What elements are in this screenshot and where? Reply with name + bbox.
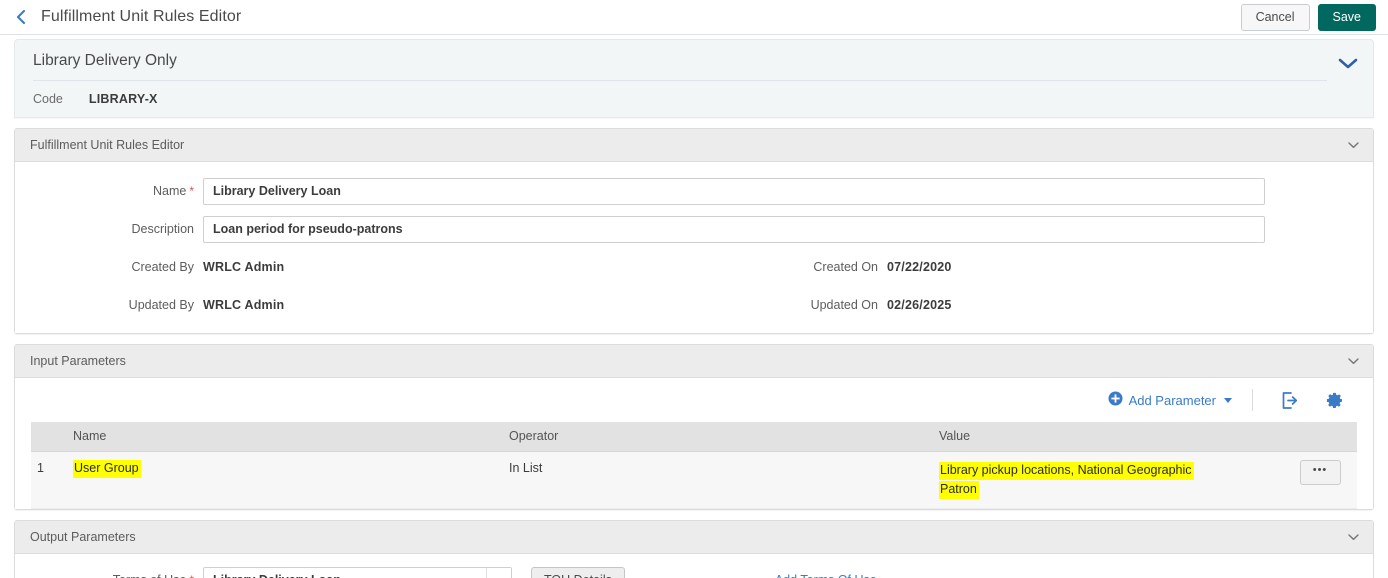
input-parameters-section: Input Parameters [14,344,1374,510]
col-index [31,422,65,451]
toolbar-divider [1252,389,1253,411]
row-name-text: User Group [73,460,141,478]
section-title: Output Parameters [30,530,136,544]
terms-of-use-dropdown-button[interactable] [486,568,511,578]
record-header-panel: Library Delivery Only Code LIBRARY-X [14,39,1374,118]
updated-on-label: Updated On [775,298,887,312]
required-marker: * [189,573,194,578]
gear-icon [1325,397,1344,414]
table-body: 1 User Group In List Library pickup loca… [31,451,1357,508]
updated-on-value: 02/26/2025 [887,298,952,312]
editor-form: Name* Description Created By WRLC Admin … [15,162,1373,333]
row-value-text-1: Library pickup locations, National Geogr… [939,462,1194,480]
export-icon [1280,397,1299,414]
row-name: User Group [65,451,501,508]
input-parameters-body: Add Parameter [15,378,1373,509]
form-row-description: Description [15,213,1373,245]
col-value: Value [931,422,1283,451]
input-parameters-collapse-button[interactable] [1347,357,1360,366]
fulfillment-rules-editor-section: Fulfillment Unit Rules Editor Name* Desc… [14,128,1374,334]
chevron-left-icon [14,8,28,26]
section-header: Output Parameters [15,521,1373,554]
created-on-label: Created On [775,260,887,274]
input-parameters-table: Name Operator Value 1 User Group In List [31,422,1357,509]
form-row-created: Created By WRLC Admin Created On 07/22/2… [15,251,1373,283]
chevron-down-icon [1347,528,1360,545]
created-by-value: WRLC Admin [203,260,284,274]
required-marker: * [189,184,194,198]
col-name: Name [65,422,501,451]
col-operator: Operator [501,422,931,451]
table-header-row: Name Operator Value [31,422,1357,451]
row-operator: In List [501,451,931,508]
section-header: Input Parameters [15,345,1373,378]
form-row-name: Name* [15,175,1373,207]
description-input[interactable] [203,216,1265,243]
tou-details-button[interactable]: TOU Details [531,567,625,578]
name-label-text: Name [153,184,186,198]
chevron-down-icon [1347,353,1360,370]
page-title: Fulfillment Unit Rules Editor [41,8,241,26]
section-title: Fulfillment Unit Rules Editor [30,138,184,152]
section-title: Input Parameters [30,354,126,368]
input-parameters-toolbar: Add Parameter [15,378,1373,422]
record-title: Library Delivery Only [33,52,1327,81]
terms-of-use-select[interactable]: Library Delivery Loan [203,567,512,578]
back-button[interactable] [10,6,32,28]
settings-button[interactable] [1312,391,1357,410]
export-button[interactable] [1267,391,1312,410]
top-bar: Fulfillment Unit Rules Editor Cancel Sav… [0,0,1388,35]
row-value-line-1: Library pickup locations, National Geogr… [939,461,1275,480]
updated-by-label: Updated By [15,298,203,312]
form-row-updated: Updated By WRLC Admin Updated On 02/26/2… [15,289,1373,321]
record-meta: Code LIBRARY-X [33,81,1355,106]
name-label: Name* [15,184,203,198]
plus-circle-icon [1108,391,1123,409]
chevron-down-icon [1337,57,1359,74]
table-row[interactable]: 1 User Group In List Library pickup loca… [31,451,1357,508]
col-actions [1283,422,1357,451]
row-value-text-2: Patron [939,481,979,499]
row-value-line-2: Patron [939,480,1275,499]
add-parameter-label: Add Parameter [1129,393,1216,408]
table-head: Name Operator Value [31,422,1357,451]
page-body: Library Delivery Only Code LIBRARY-X Ful… [0,39,1388,578]
row-value: Library pickup locations, National Geogr… [931,451,1283,508]
cancel-button[interactable]: Cancel [1241,4,1310,31]
row-more-actions-button[interactable]: ••• [1300,460,1341,485]
terms-of-use-selected-value: Library Delivery Loan [204,568,486,578]
updated-by-group: Updated By WRLC Admin [15,298,775,312]
updated-by-value: WRLC Admin [203,298,284,312]
chevron-down-icon [1347,137,1360,154]
created-by-label: Created By [15,260,203,274]
record-header-collapse-button[interactable] [1337,56,1359,70]
top-bar-actions: Cancel Save [1241,4,1376,31]
code-label: Code [33,92,63,106]
updated-on-group: Updated On 02/26/2025 [775,298,952,312]
add-terms-of-use-link[interactable]: Add Terms Of Use [775,573,877,578]
row-actions: ••• [1283,451,1357,508]
add-parameter-button[interactable]: Add Parameter [1108,391,1248,409]
caret-down-icon [495,571,504,578]
created-on-value: 07/22/2020 [887,260,952,274]
created-on-group: Created On 07/22/2020 [775,260,952,274]
output-parameters-section: Output Parameters Terms of Use* Library … [14,520,1374,578]
description-label: Description [15,222,203,236]
caret-down-icon [1224,398,1232,403]
row-index: 1 [31,451,65,508]
terms-of-use-label: Terms of Use* [15,573,203,578]
output-parameters-collapse-button[interactable] [1347,532,1360,541]
editor-section-collapse-button[interactable] [1347,141,1360,150]
terms-of-use-label-text: Terms of Use [113,573,187,578]
output-parameters-body: Terms of Use* Library Delivery Loan TOU … [15,554,1373,578]
name-input[interactable] [203,178,1265,205]
save-button[interactable]: Save [1318,4,1377,31]
created-by-group: Created By WRLC Admin [15,260,775,274]
code-value: LIBRARY-X [89,92,158,106]
section-header: Fulfillment Unit Rules Editor [15,129,1373,162]
